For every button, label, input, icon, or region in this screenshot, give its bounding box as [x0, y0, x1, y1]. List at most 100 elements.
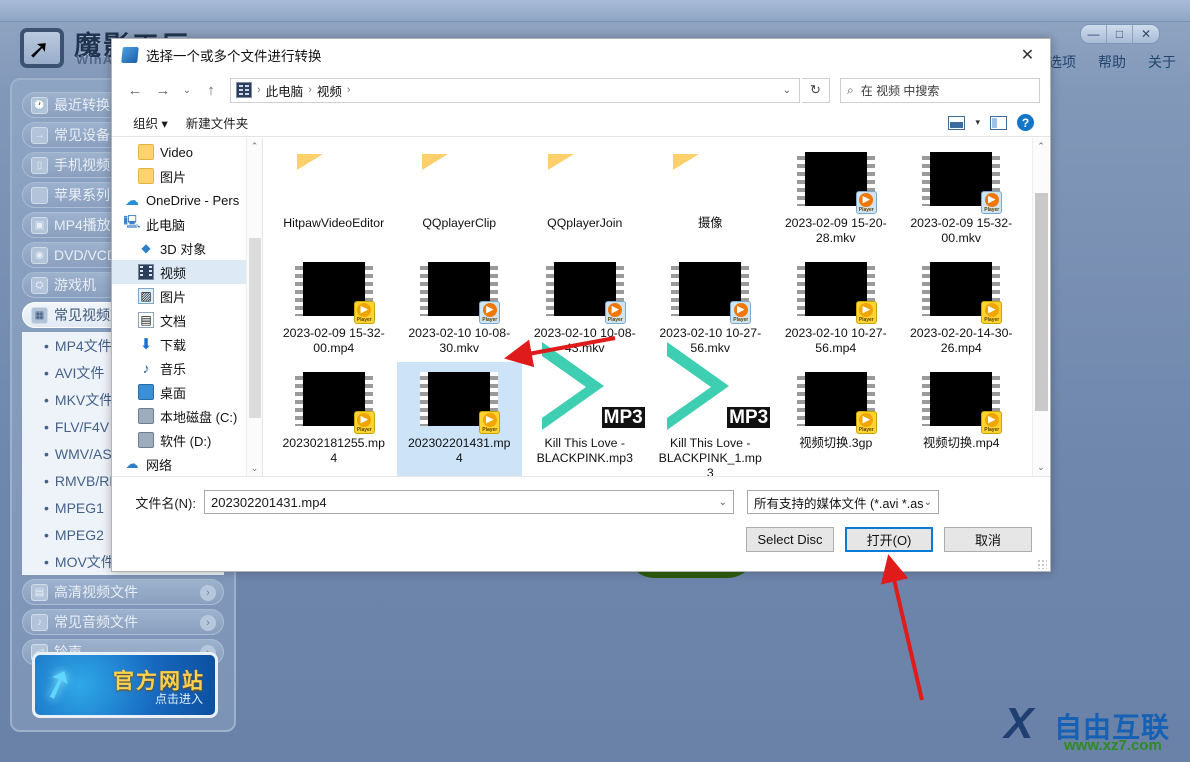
- video-thumbnail: ▶ Player: [544, 258, 626, 324]
- view-layout-icon[interactable]: [948, 115, 966, 130]
- back-button[interactable]: ←: [122, 77, 148, 103]
- tree-item-9[interactable]: ♪ 音乐: [112, 356, 262, 380]
- address-bar[interactable]: › 此电脑 › 视频 › ⌄: [230, 77, 800, 103]
- folder-icon: [418, 148, 500, 212]
- file-name-label: HitpawVideoEditor: [283, 216, 385, 230]
- tree-item-1[interactable]: 图片: [112, 164, 262, 188]
- resize-grip[interactable]: [1037, 559, 1047, 569]
- breadcrumb-this-pc[interactable]: 此电脑: [263, 81, 307, 100]
- file-item[interactable]: ▶ Player 2023-02-10 10-08-30.mkv: [397, 252, 523, 360]
- hd-icon: ▤: [31, 583, 48, 601]
- dialog-footer: 文件名(N): 202302201431.mp4 ⌄ 所有支持的媒体文件 (*.…: [112, 476, 1050, 571]
- tree-item-3[interactable]: 🖳 此电脑: [112, 212, 262, 236]
- breadcrumb-sep-2: ›: [346, 84, 351, 96]
- video-thumbnail: ▶ Player: [795, 148, 877, 214]
- file-item[interactable]: ▶ Player 视频切换.mp4: [899, 362, 1025, 476]
- file-item[interactable]: ▶ Player 2023-02-20-14-30-26.mp4: [899, 252, 1025, 360]
- file-name-label: 视频切换.3gp: [799, 436, 873, 450]
- tree-item-13[interactable]: ☁ 网络: [112, 452, 262, 476]
- filename-dropdown-icon[interactable]: ⌄: [719, 497, 727, 508]
- history-dropdown-icon[interactable]: ⌄: [178, 77, 196, 103]
- sidebar-category-b1[interactable]: ♪ 常见音频文件 ›: [22, 609, 224, 635]
- files-scrollbar[interactable]: ⌃ ⌄: [1032, 138, 1049, 476]
- cancel-button[interactable]: 取消: [944, 527, 1032, 552]
- tree-scroll-down[interactable]: ⌄: [247, 460, 262, 476]
- pc-icon: 🖳: [123, 214, 141, 229]
- official-website-banner[interactable]: ➚ 官方网站 点击进入: [32, 652, 218, 718]
- tree-item-7[interactable]: ▤ 文档: [112, 308, 262, 332]
- film-icon: ▦: [31, 306, 48, 324]
- sidebar-category-b0[interactable]: ▤ 高清视频文件 ›: [22, 579, 224, 605]
- preview-pane-icon[interactable]: [990, 115, 1007, 130]
- file-item[interactable]: ▶ Player 2023-02-09 15-32-00.mp4: [271, 252, 397, 360]
- view-caret-icon[interactable]: ▾: [975, 117, 980, 128]
- logo-arrow-icon: ➚: [28, 34, 50, 64]
- dialog-titlebar: 选择一个或多个文件进行转换: [112, 39, 1050, 71]
- refresh-button[interactable]: ↻: [802, 77, 830, 103]
- app-titlebar: [0, 0, 1190, 22]
- open-button[interactable]: 打开(O): [845, 527, 933, 552]
- filename-input[interactable]: 202302201431.mp4 ⌄: [204, 490, 734, 514]
- up-button[interactable]: ↑: [198, 77, 224, 103]
- cloud-icon: ☁: [125, 191, 139, 208]
- file-item[interactable]: ▶ Player 2023-02-09 15-20-28.mkv: [773, 142, 899, 250]
- tree-scroll-up[interactable]: ⌃: [247, 138, 262, 154]
- tree-item-label: 3D 对象: [160, 241, 207, 257]
- file-item[interactable]: QQplayerJoin: [522, 142, 648, 250]
- file-name-label: 视频切换.mp4: [922, 436, 1000, 450]
- chevron-right-icon: ›: [200, 615, 216, 631]
- files-scroll-down[interactable]: ⌄: [1033, 459, 1049, 476]
- tree-item-0[interactable]: Video: [112, 140, 262, 164]
- filetype-select[interactable]: 所有支持的媒体文件 (*.avi *.as ⌄: [747, 490, 939, 514]
- maximize-button[interactable]: □: [1107, 25, 1133, 43]
- address-dropdown-icon[interactable]: ⌄: [783, 85, 795, 96]
- files-scroll-up[interactable]: ⌃: [1033, 138, 1049, 155]
- organize-button[interactable]: 组织 ▾: [124, 113, 177, 132]
- breadcrumb-videos[interactable]: 视频: [314, 81, 345, 100]
- tree-item-2[interactable]: ☁ OneDrive - Pers: [112, 188, 262, 212]
- menu-options[interactable]: 选项: [1048, 52, 1076, 72]
- file-item[interactable]: MP3 Kill This Love - BLACKPINK.mp3: [522, 342, 648, 476]
- file-item[interactable]: ▶ Player 202302181255.mp4: [271, 362, 397, 476]
- minimize-button[interactable]: —: [1081, 25, 1107, 43]
- documents-icon: ▤: [138, 312, 154, 328]
- tree-item-label: 图片: [160, 289, 187, 305]
- tree-scroll-thumb[interactable]: [249, 238, 261, 418]
- tree-item-label: 软件 (D:): [160, 433, 212, 449]
- select-disc-button[interactable]: Select Disc: [746, 527, 834, 552]
- file-item[interactable]: ▶ Player 2023-02-09 15-32-00.mkv: [899, 142, 1025, 250]
- forward-button[interactable]: →: [150, 77, 176, 103]
- tree-item-8[interactable]: ⬇ 下载: [112, 332, 262, 356]
- filename-label: 文件名(N):: [135, 495, 196, 511]
- sidebar-category-label: 苹果系列: [54, 187, 110, 203]
- help-icon[interactable]: ?: [1017, 114, 1034, 131]
- file-item[interactable]: HitpawVideoEditor: [271, 142, 397, 250]
- tree-item-10[interactable]: 桌面: [112, 380, 262, 404]
- pictures-icon: ▨: [138, 288, 154, 304]
- dialog-close-button[interactable]: ✕: [1005, 39, 1050, 70]
- window-controls[interactable]: — □ ✕: [1080, 24, 1160, 44]
- search-input[interactable]: ⌕ 在 视频 中搜索: [840, 77, 1040, 103]
- tree-item-6[interactable]: ▨ 图片: [112, 284, 262, 308]
- file-item[interactable]: ▶ Player 2023-02-10 10-27-56.mp4: [773, 252, 899, 360]
- search-placeholder: 在 视频 中搜索: [860, 83, 940, 98]
- tree-item-4[interactable]: ◆ 3D 对象: [112, 236, 262, 260]
- file-item[interactable]: QQplayerClip: [397, 142, 523, 250]
- tree-item-11[interactable]: 本地磁盘 (C:): [112, 404, 262, 428]
- tree-scrollbar[interactable]: ⌃ ⌄: [246, 138, 262, 476]
- new-folder-button[interactable]: 新建文件夹: [177, 113, 258, 132]
- apple-icon: [31, 186, 48, 204]
- file-item[interactable]: 摄像: [648, 142, 774, 250]
- tree-item-5[interactable]: 视频: [112, 260, 262, 284]
- video-thumbnail: ▶ Player: [920, 258, 1003, 324]
- file-item[interactable]: ▶ Player 视频切换.3gp: [773, 362, 899, 476]
- close-button[interactable]: ✕: [1133, 25, 1159, 43]
- files-scroll-thumb[interactable]: [1035, 193, 1048, 411]
- tree-item-12[interactable]: 软件 (D:): [112, 428, 262, 452]
- tree-item-label: 本地磁盘 (C:): [160, 409, 238, 425]
- menu-about[interactable]: 关于: [1148, 52, 1176, 72]
- search-icon: ⌕: [847, 82, 854, 97]
- menu-help[interactable]: 帮助: [1098, 52, 1126, 72]
- file-item[interactable]: ▶ Player 202302201431.mp4: [396, 362, 522, 476]
- file-item[interactable]: MP3 Kill This Love - BLACKPINK_1.mp3: [648, 342, 774, 476]
